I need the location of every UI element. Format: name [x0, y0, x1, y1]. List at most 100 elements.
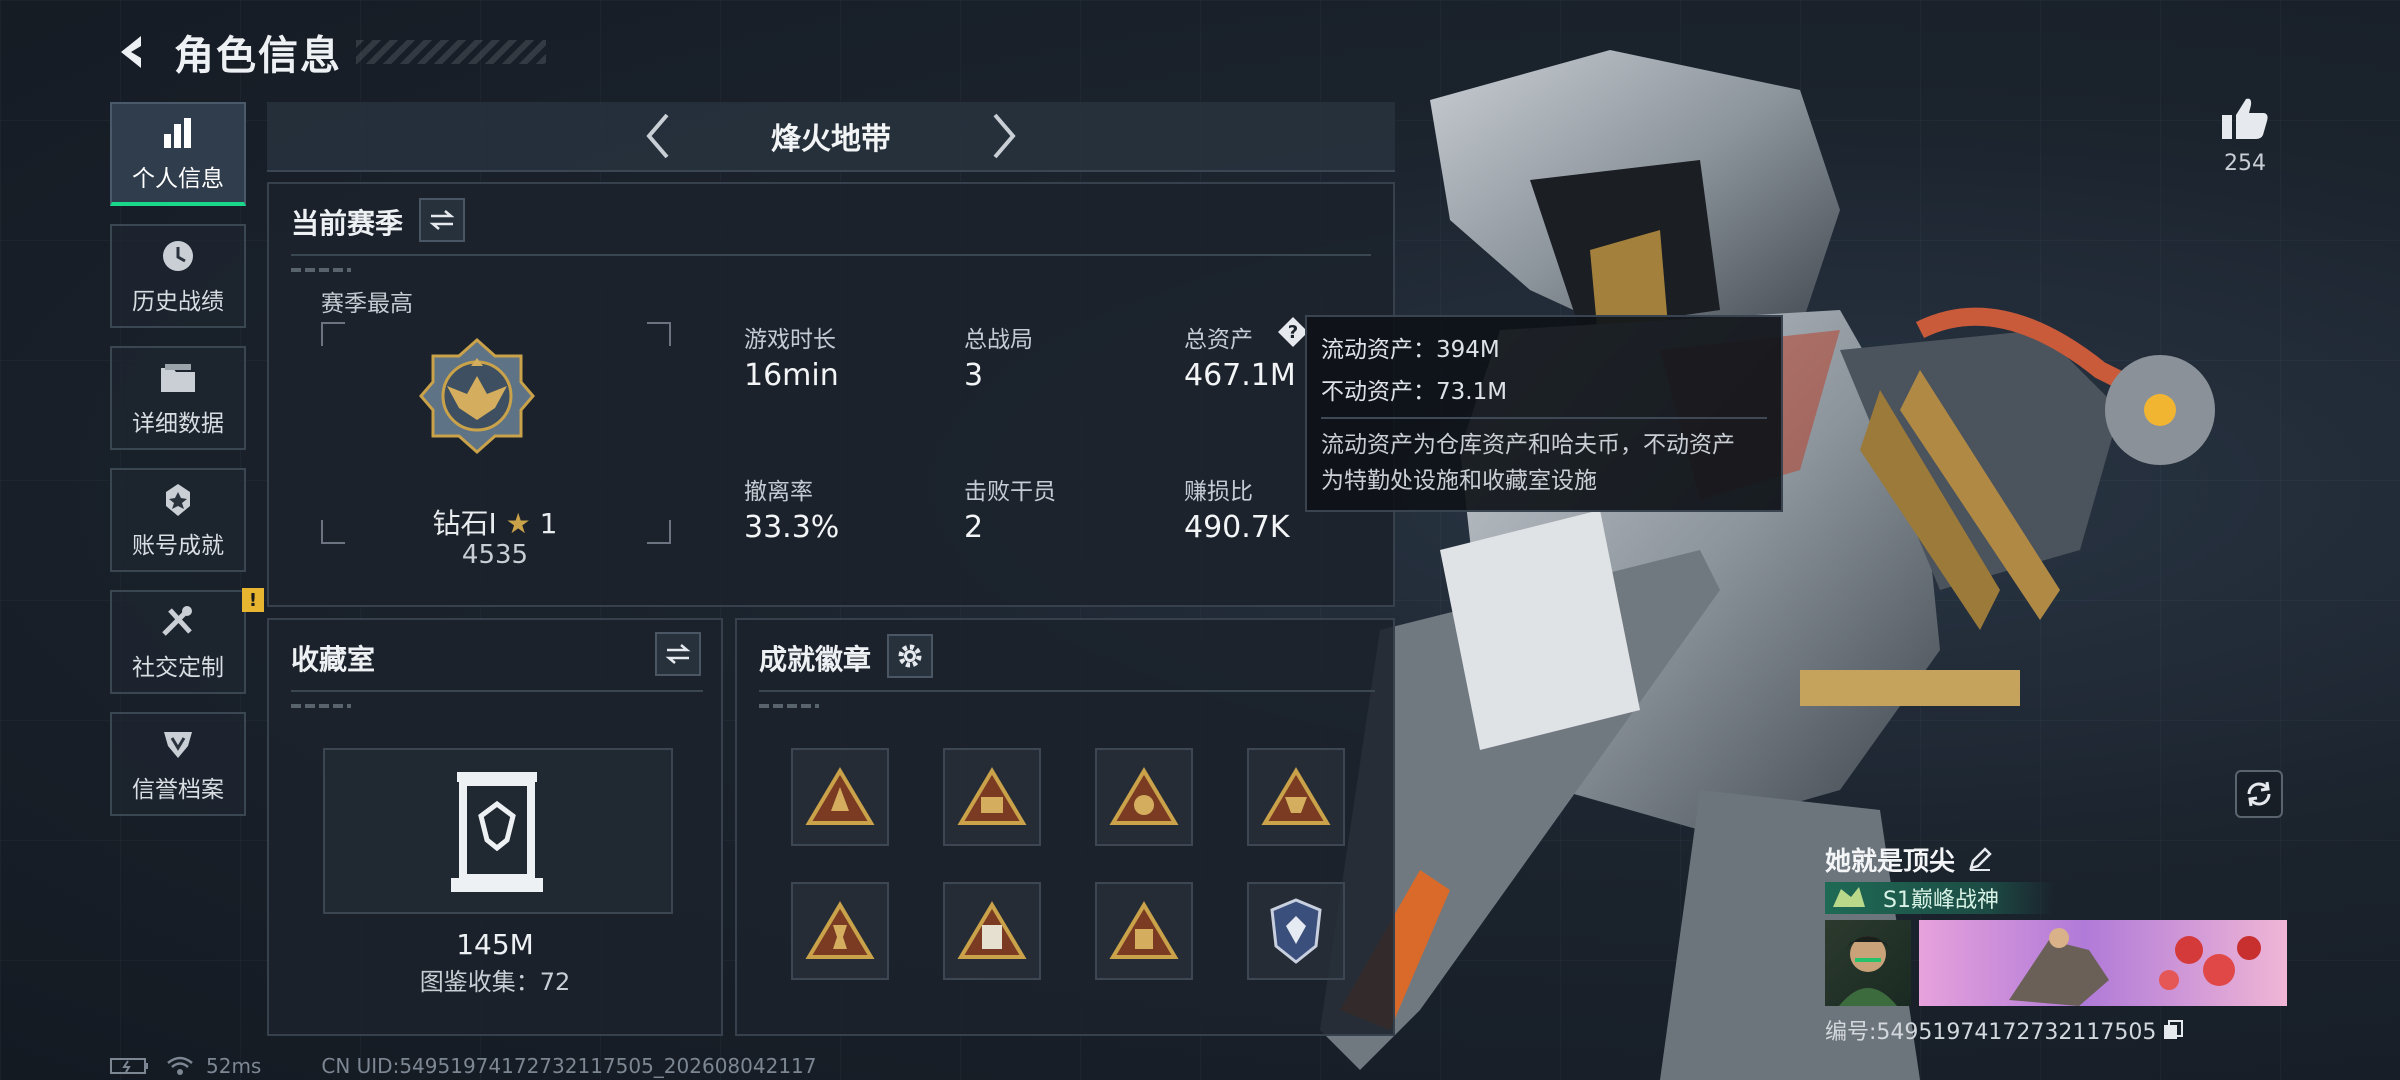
alert-badge: ! — [242, 588, 264, 612]
page-title: 角色信息 — [174, 33, 342, 79]
bar-chart-icon — [158, 113, 198, 153]
sidebar-item-history[interactable]: 历史战绩 — [110, 224, 246, 328]
tools-icon — [158, 602, 198, 642]
asset-tooltip: 流动资产：394M 不动资产：73.1M 流动资产为仓库资产和哈夫币，不动资产 … — [1305, 315, 1783, 512]
name-card-art-icon — [2009, 928, 2261, 1006]
stat-value: 3 — [964, 358, 984, 393]
badge-triangle-icon — [1261, 767, 1331, 825]
rank-line: 钻石Ⅰ ★ 1 — [321, 502, 669, 542]
avatar-portrait-icon — [1839, 936, 1897, 1006]
stat-value: 467.1M — [1184, 358, 1296, 393]
stat-label: 游戏时长 — [744, 327, 836, 353]
folder-icon — [158, 358, 198, 398]
badge-triangle-icon — [957, 901, 1027, 959]
tooltip-desc-line: 为特勤处设施和收藏室设施 — [1321, 468, 1597, 494]
status-bar: 52ms CN UID:5495197417273211750​5_202608… — [110, 1052, 817, 1080]
collection-switch-button[interactable] — [655, 632, 701, 676]
stat-label: 击败干员 — [964, 479, 1056, 505]
player-uid: 编号:5495197417273211750​5 — [1825, 1020, 2157, 1045]
sidebar-item-credit-profile[interactable]: 信誉档案 — [110, 712, 246, 816]
chevron-left-icon — [646, 113, 669, 159]
divider — [291, 690, 703, 692]
sidebar-item-label: 详细数据 — [132, 411, 224, 437]
gear-icon — [898, 644, 922, 668]
achievement-badge[interactable] — [791, 882, 889, 980]
name-card[interactable] — [1919, 920, 2287, 1006]
divider — [759, 690, 1375, 692]
swap-icon — [429, 210, 455, 230]
achievement-badge[interactable] — [791, 748, 889, 846]
badge-triangle-icon — [805, 767, 875, 825]
sidebar-item-achievements[interactable]: 账号成就 — [110, 468, 246, 572]
profile-card: 她就是顶尖 S1巅峰战神 编号:5495197417273211750​5 — [1825, 840, 2287, 1046]
prev-mode-button[interactable] — [635, 108, 681, 164]
achievement-medal-icon — [158, 480, 198, 520]
header: 角色信息 — [110, 22, 546, 82]
sidebar: 个人信息 历史战绩 详细数据 账号成就 社交定制 ! 信誉档案 — [110, 102, 264, 834]
sidebar-item-detailed-data[interactable]: 详细数据 — [110, 346, 246, 450]
achievement-badge[interactable] — [1247, 882, 1345, 980]
achievement-badge[interactable] — [943, 882, 1041, 980]
copy-icon[interactable] — [2162, 1019, 2184, 1041]
season-switch-button[interactable] — [419, 198, 465, 242]
sidebar-item-personal-info[interactable]: 个人信息 — [110, 102, 246, 206]
uid-row: 编号:5495197417273211750​5 — [1825, 1014, 2287, 1046]
collection-frame[interactable] — [323, 748, 673, 914]
achievement-badge[interactable] — [943, 748, 1041, 846]
frame-corner — [321, 322, 345, 346]
season-title: 当前赛季 — [291, 207, 404, 240]
nickname: 她就是顶尖 — [1825, 846, 1956, 877]
chevron-right-icon — [993, 113, 1016, 159]
nickname-row: 她就是顶尖 — [1825, 840, 2287, 878]
sidebar-item-social-custom[interactable]: 社交定制 ! — [110, 588, 264, 694]
badge-triangle-icon — [957, 767, 1027, 825]
back-button[interactable] — [110, 29, 156, 75]
tooltip-fixed-assets: 不动资产：73.1M — [1321, 379, 1508, 405]
stat-value: 33.3% — [744, 510, 840, 545]
edit-icon[interactable] — [1967, 846, 1993, 872]
achievement-badge[interactable] — [1095, 882, 1193, 980]
sidebar-item-label: 账号成就 — [132, 533, 224, 559]
achievement-badge[interactable] — [1095, 748, 1193, 846]
achievement-badge[interactable] — [1247, 748, 1345, 846]
title-emblem-icon — [1833, 887, 1865, 907]
battery-icon — [110, 1058, 148, 1074]
badge-triangle-icon — [1109, 767, 1179, 825]
rank-emblem-icon — [419, 337, 535, 455]
season-best-label: 赛季最高 — [321, 291, 413, 317]
badges-panel: 成就徽章 — [735, 618, 1395, 1036]
star-icon: ★ — [505, 507, 531, 540]
stat-value: 490.7K — [1184, 510, 1290, 545]
like-button[interactable]: 254 — [2210, 95, 2280, 176]
divider — [291, 254, 1371, 256]
stat-label: 赚损比 — [1184, 479, 1253, 505]
title-decoration — [356, 40, 546, 64]
badge-triangle-icon — [805, 901, 875, 959]
refresh-icon — [2247, 781, 2271, 807]
tooltip-desc-line: 流动资产为仓库资产和哈夫币，不动资产 — [1321, 432, 1735, 458]
card-row — [1825, 920, 2287, 1006]
collection-title: 收藏室 — [291, 643, 376, 676]
stat-label: 撤离率 — [744, 479, 813, 505]
tooltip-divider — [1321, 417, 1767, 419]
next-mode-button[interactable] — [981, 108, 1027, 164]
sidebar-item-label: 信誉档案 — [132, 777, 224, 803]
badge-shield-icon — [1270, 898, 1322, 964]
mode-switcher: 烽火地带 — [267, 102, 1395, 172]
back-arrow-icon — [121, 36, 141, 68]
credit-shield-icon — [158, 724, 198, 764]
refresh-button[interactable] — [2235, 770, 2283, 818]
badges-settings-button[interactable] — [887, 634, 933, 678]
badge-triangle-icon — [1109, 901, 1179, 959]
tooltip-liquid-assets: 流动资产：394M — [1321, 337, 1500, 363]
player-title-strip: S1巅峰战神 — [1825, 882, 2055, 914]
svg-text:?: ? — [1288, 322, 1298, 343]
stat-label: 总战局 — [964, 327, 1033, 353]
rank-score: 4535 — [461, 540, 529, 570]
avatar[interactable] — [1825, 920, 1911, 1006]
stat-value: 16min — [744, 358, 839, 393]
stat-label: 总资产 — [1184, 327, 1253, 353]
collection-value: 145M — [456, 928, 534, 961]
divider-deco — [291, 704, 351, 708]
badges-title: 成就徽章 — [759, 643, 872, 676]
